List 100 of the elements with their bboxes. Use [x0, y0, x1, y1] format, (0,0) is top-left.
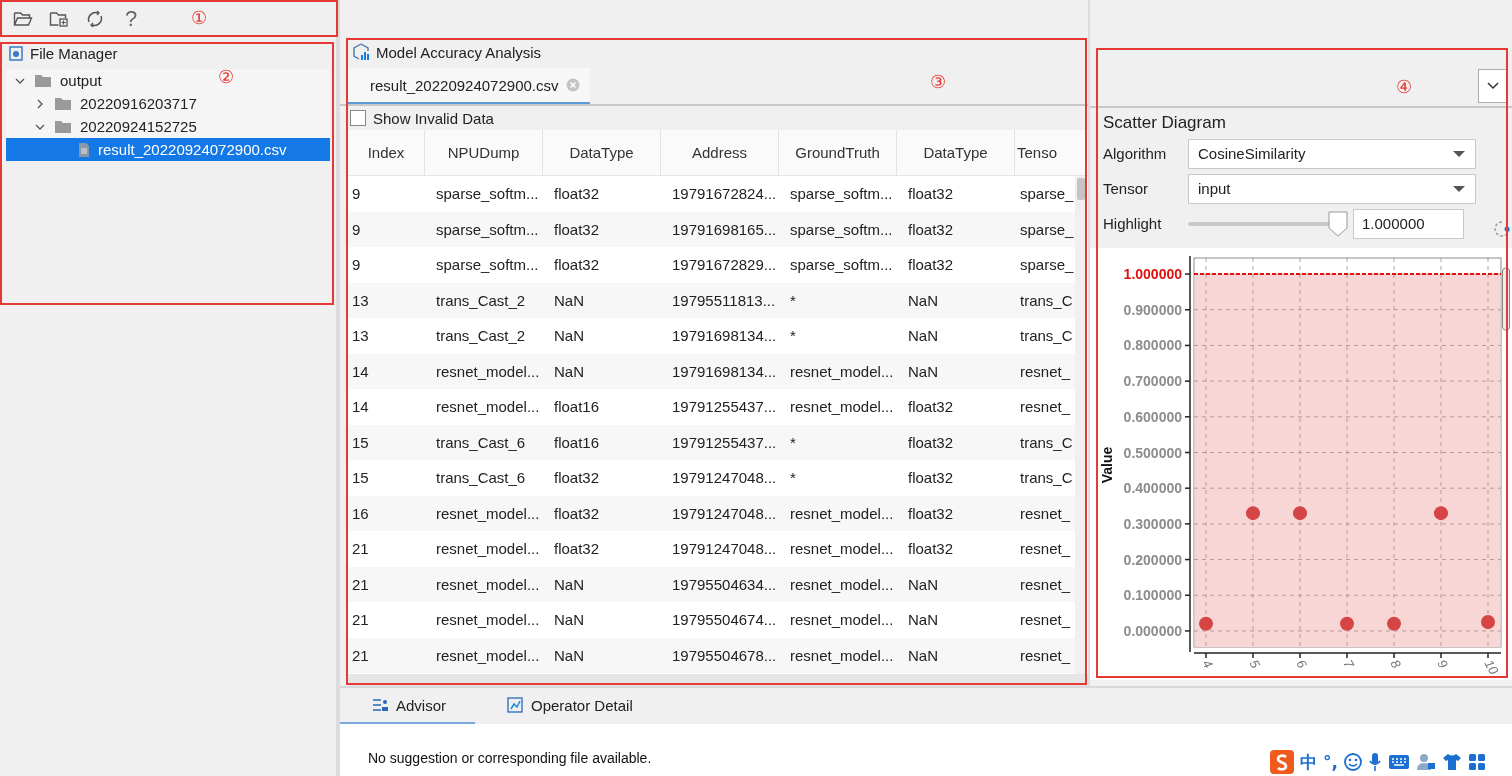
tree-item[interactable]: 20220924152725 — [6, 115, 201, 138]
annotation-number: ③ — [930, 72, 946, 92]
x-tick-label: 4 — [1199, 657, 1216, 671]
table-cell-text: resnet_ — [1019, 397, 1072, 418]
keyboard-icon[interactable] — [1387, 754, 1410, 770]
reset-icon[interactable] — [1494, 220, 1510, 238]
table-cell-text: resnet_model... — [435, 610, 541, 631]
table-cell-text: resnet_ — [1019, 645, 1072, 666]
table-cell-text: 21 — [351, 645, 370, 666]
column-header[interactable]: NPUDump — [425, 130, 543, 175]
table-cell-text: NaN — [553, 361, 585, 382]
highlight-field[interactable]: 1.000000 — [1353, 208, 1464, 239]
table-cell-text: float32 — [907, 219, 955, 240]
table-cell-text: 14 — [351, 397, 370, 418]
smiley-icon[interactable] — [1343, 753, 1362, 771]
file-icon — [78, 141, 90, 158]
advisor-icon — [372, 697, 388, 713]
y-tick-label: 0.200000 — [1123, 551, 1182, 568]
data-point — [1293, 506, 1307, 521]
table-cell-text: NaN — [553, 645, 585, 666]
table-cell-text: 19791698165... — [671, 219, 778, 240]
table-cell-text: 9 — [351, 184, 362, 205]
table-cell-text: sparse_softm... — [789, 184, 894, 205]
shirt-icon[interactable] — [1441, 753, 1462, 771]
data-point — [1481, 615, 1495, 629]
new-folder-icon[interactable] — [49, 9, 69, 28]
table-cell-text: 9 — [351, 219, 362, 240]
table-cell-text: 19791698134... — [671, 361, 778, 382]
table-cell-text: resnet_ — [1019, 610, 1072, 631]
tree-item[interactable]: 20220916203717 — [6, 92, 201, 115]
folder-icon — [34, 73, 52, 88]
algorithm-select[interactable]: CosineSimilarity — [1188, 138, 1476, 169]
table-cell-text: 21 — [351, 574, 370, 595]
dropdown-button[interactable] — [1478, 69, 1508, 103]
microphone-icon[interactable] — [1367, 752, 1382, 772]
column-header[interactable]: Index — [348, 130, 425, 175]
column-header[interactable]: Address — [661, 130, 779, 175]
person-icon[interactable] — [1415, 753, 1436, 771]
table-cell-text: resnet_model... — [789, 539, 895, 560]
checkbox[interactable] — [350, 110, 366, 126]
table-cell-text: 19791255437... — [671, 397, 778, 418]
table-cell-text: NaN — [907, 326, 939, 347]
slider-thumb[interactable] — [1328, 210, 1348, 237]
table-cell-text: sparse_softm... — [435, 184, 540, 205]
table-cell-text: sparse_softm... — [435, 219, 540, 240]
table-cell-text: resnet_ — [1019, 361, 1072, 382]
scrollbar[interactable] — [1502, 267, 1510, 331]
tree-item[interactable]: result_20220924072900.csv — [6, 138, 330, 161]
y-tick-label: 0.300000 — [1123, 515, 1182, 532]
chart-icon — [507, 697, 523, 713]
tree-item[interactable]: output — [6, 69, 106, 92]
input-method-text[interactable]: 中 — [1300, 752, 1317, 772]
table-cell-text: float32 — [907, 397, 955, 418]
table-cell-text: * — [789, 290, 797, 311]
panel-title: Model Accuracy Analysis — [376, 43, 542, 61]
file-manager-icon — [8, 45, 24, 61]
table-cell-text: resnet_model... — [435, 361, 541, 382]
tensor-select[interactable]: input — [1188, 173, 1476, 204]
table-cell-text: float16 — [553, 432, 601, 453]
table-cell-text: resnet_model... — [789, 361, 895, 382]
column-header[interactable]: DataType — [543, 130, 661, 175]
y-tick-label: 0.000000 — [1123, 622, 1182, 639]
column-header[interactable]: Tenso — [1015, 130, 1075, 175]
section-title: Scatter Diagram — [1103, 112, 1227, 134]
help-button[interactable]: ? — [121, 6, 142, 31]
data-point — [1246, 506, 1260, 521]
table-cell-text: trans_Cast_6 — [435, 432, 527, 453]
table-cell-text: float32 — [907, 503, 955, 524]
table-cell-text: sparse_ — [1019, 255, 1075, 276]
y-tick-label: 0.800000 — [1123, 337, 1182, 354]
file-tab[interactable]: result_20220924072900.csv — [346, 68, 590, 104]
chevron-down-icon — [1487, 82, 1499, 90]
y-tick-label: 0.900000 — [1123, 301, 1182, 318]
folder-icon — [54, 96, 72, 111]
column-header[interactable]: DataType — [897, 130, 1015, 175]
open-folder-icon[interactable] — [13, 9, 33, 28]
table-cell-text: float32 — [907, 432, 955, 453]
table-cell-text: 15 — [351, 468, 370, 489]
table-cell-text: resnet_ — [1019, 574, 1072, 595]
table-cell-text: NaN — [553, 574, 585, 595]
panel-tab[interactable]: Operator Detail — [475, 688, 645, 724]
column-header[interactable]: GroundTruth — [779, 130, 897, 175]
table-cell-text: float32 — [553, 184, 601, 205]
table-cell-text: 16 — [351, 503, 370, 524]
table-cell-text: float32 — [907, 468, 955, 489]
table-cell-text: resnet_model... — [435, 397, 541, 418]
grid-icon[interactable] — [1467, 753, 1486, 771]
refresh-icon[interactable] — [85, 8, 105, 29]
x-tick-label: 5 — [1246, 657, 1263, 671]
table-cell-text: trans_C — [1019, 468, 1074, 489]
table-cell-text: resnet_model... — [435, 539, 541, 560]
data-point — [1387, 616, 1401, 631]
table-cell-text: 13 — [351, 326, 370, 347]
table-cell-text: resnet_model... — [789, 574, 895, 595]
table-cell-text: float32 — [907, 539, 955, 560]
model-analysis-icon — [352, 43, 370, 61]
panel-title: File Manager — [30, 44, 118, 62]
input-method-text[interactable]: °, — [1323, 752, 1338, 772]
table-cell-text: NaN — [553, 610, 585, 631]
table-cell-text: sparse_ — [1019, 184, 1075, 205]
